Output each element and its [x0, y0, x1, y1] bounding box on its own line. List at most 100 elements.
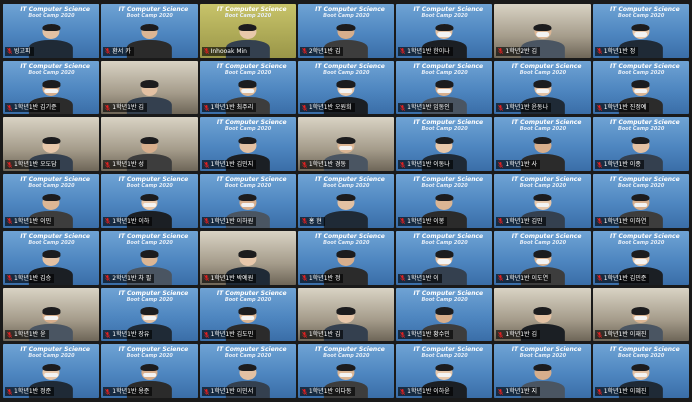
participant-tile[interactable]: 1학년1반 성	[101, 117, 198, 172]
muted-mic-icon	[7, 48, 12, 55]
banner-subtitle: Boot Camp 2020	[28, 353, 75, 360]
banner-subtitle: Boot Camp 2020	[28, 69, 75, 76]
participant-tile[interactable]: 1학년2반 김	[494, 4, 591, 58]
event-banner-text: IT Computer Science Boot Camp 2020	[512, 347, 582, 360]
participant-name: 1학년1반 윤동나	[505, 104, 549, 112]
participant-tile[interactable]: IT Computer Science Boot Camp 2020 1학년1반 이…	[592, 174, 689, 228]
participant-tile[interactable]: IT Computer Science Boot Camp 2020 2학년1반 김	[297, 4, 395, 58]
event-banner-text: IT Computer Science Boot Camp 2020	[413, 290, 483, 303]
banner-subtitle: Boot Camp 2020	[618, 126, 665, 133]
participant-tile[interactable]: 1학년1반 김	[101, 60, 198, 115]
participant-tile[interactable]: IT Computer Science Boot Camp 2020 1학년1반 이…	[396, 117, 493, 172]
participant-tile[interactable]: IT Computer Science Boot Camp 2020 1학년1반 정…	[3, 344, 100, 398]
participant-tile[interactable]: 1학년1반 김	[494, 287, 591, 342]
participant-tile[interactable]: IT Computer Science Boot Camp 2020 1학년1반 지	[494, 344, 591, 398]
participant-tile[interactable]: 1학년1반 경동	[297, 117, 395, 172]
participant-tile[interactable]: IT Computer Science Boot Camp 2020 1학년1반 이…	[3, 174, 100, 228]
participant-tile[interactable]: IT Computer Science Boot Camp 2020 Inhooak…	[199, 4, 296, 58]
participant-tile[interactable]: IT Computer Science Boot Camp 2020 1학년1반 정	[592, 4, 689, 58]
participant-tile[interactable]: IT Computer Science Boot Camp 2020 1학년1반 이…	[494, 230, 591, 285]
banner-title: IT Computer Science	[413, 119, 484, 127]
participant-tile[interactable]: IT Computer Science Boot Camp 2020 1학년1반 이…	[592, 344, 689, 398]
participant-tile[interactable]: IT Computer Science Boot Camp 2020 1학년1반 최…	[199, 60, 296, 115]
participant-tile[interactable]: IT Computer Science Boot Camp 2020 1학년1반 김…	[494, 174, 591, 228]
event-banner-text: IT Computer Science Boot Camp 2020	[216, 62, 287, 76]
participant-name-tag: 1학년1반 장유	[103, 330, 153, 340]
participant-name: 1학년1반 이재진	[603, 331, 647, 339]
banner-subtitle: Boot Camp 2020	[224, 69, 272, 76]
banner-title: IT Computer Science	[20, 232, 90, 240]
participant-tile[interactable]: IT Computer Science Boot Camp 2020 1학년1반 이…	[396, 174, 493, 228]
participant-name: 1학년1반 지	[505, 388, 538, 395]
participant-tile[interactable]: IT Computer Science Boot Camp 2020 1학년1반 정	[297, 230, 395, 285]
participant-tile[interactable]: IT Computer Science Boot Camp 2020 1학년1반 김…	[3, 60, 100, 115]
participant-tile[interactable]: IT Computer Science Boot Camp 2020 빙고피	[3, 4, 100, 58]
participant-name: 1학년1반 이혜진	[603, 388, 647, 395]
participant-tile[interactable]: IT Computer Science Boot Camp 2020 1학년1반 오…	[297, 60, 395, 115]
participant-tile[interactable]: 1학년1반 김	[297, 287, 395, 342]
participant-tile[interactable]: IT Computer Science Boot Camp 2020 1학년1반 김…	[3, 230, 100, 285]
participant-name: 1학년1반 이하윤	[407, 388, 450, 395]
participant-tile[interactable]: IT Computer Science Boot Camp 2020 1학년1반 김…	[592, 230, 689, 285]
banner-title: IT Computer Science	[118, 176, 189, 184]
banner-title: IT Computer Science	[315, 176, 385, 184]
participant-tile[interactable]: IT Computer Science Boot Camp 2020 1학년1반 김…	[199, 287, 296, 342]
participant-name-tag: 1학년1반 김기준	[5, 103, 60, 113]
participant-tile[interactable]: 1학년1반 박예원	[199, 230, 296, 285]
participant-tile[interactable]: IT Computer Science Boot Camp 2020 1학년1반 이	[396, 230, 493, 285]
participant-tile[interactable]: IT Computer Science Boot Camp 2020 1학년1반 황…	[396, 287, 493, 342]
participant-name-tag: 1학년1반 이동나	[398, 160, 453, 170]
participant-tile[interactable]: IT Computer Science Boot Camp 2020 1학년1반 윤…	[494, 60, 591, 115]
participant-tile[interactable]: IT Computer Science Boot Camp 2020 1학년1반 진…	[592, 60, 689, 115]
participant-name-tag: 1학년1반 윤	[5, 330, 49, 340]
participant-tile[interactable]: IT Computer Science Boot Camp 2020 1학년1반 이…	[101, 174, 198, 228]
banner-subtitle: Boot Camp 2020	[323, 13, 370, 19]
participant-name-tag: 1학년1반 이종	[594, 160, 644, 170]
banner-title: IT Computer Science	[216, 62, 287, 70]
participant-tile[interactable]: IT Computer Science Boot Camp 2020 1학년1반 이…	[592, 117, 689, 172]
muted-mic-icon	[400, 275, 406, 282]
participant-tile[interactable]: 1학년1반 이재진	[592, 287, 689, 342]
muted-mic-icon	[301, 275, 307, 282]
participant-name: 1학년1반 이다동	[308, 388, 352, 395]
participant-tile[interactable]: IT Computer Science Boot Camp 2020 1학년1반 한…	[396, 4, 493, 58]
muted-mic-icon	[400, 388, 406, 395]
participant-tile[interactable]: IT Computer Science Boot Camp 2020 환서 카	[101, 4, 198, 58]
participant-tile[interactable]: IT Computer Science Boot Camp 2020 1학년1반 김…	[199, 117, 296, 172]
banner-subtitle: Boot Camp 2020	[28, 239, 75, 246]
participant-name: 1학년1반 경동	[308, 161, 346, 169]
participant-tile[interactable]: IT Computer Science Boot Camp 2020 1학년1반 이…	[297, 344, 395, 398]
muted-mic-icon	[7, 275, 12, 282]
banner-title: IT Computer Science	[610, 62, 680, 70]
participant-name-tag: 1학년1반 김	[103, 103, 147, 113]
banner-subtitle: Boot Camp 2020	[618, 353, 665, 360]
participant-name-tag: 1학년1반 이민	[5, 216, 55, 226]
muted-mic-icon	[7, 104, 12, 111]
participant-tile[interactable]: IT Computer Science Boot Camp 2020 1학년1반 사	[494, 117, 591, 172]
banner-title: IT Computer Science	[315, 62, 385, 70]
participant-tile[interactable]: 1학년1반 오도담	[3, 117, 100, 172]
participant-tile[interactable]: IT Computer Science Boot Camp 2020 홍 현	[297, 174, 395, 228]
participant-tile[interactable]: IT Computer Science Boot Camp 2020 1학년1반 용…	[101, 344, 198, 398]
participant-name-tag: Inhooak Min	[201, 46, 250, 56]
participant-tile[interactable]: IT Computer Science Boot Camp 2020 1학년1반 이…	[199, 174, 296, 228]
banner-subtitle: Boot Camp 2020	[28, 13, 75, 19]
participant-tile[interactable]: 1학년1반 윤	[3, 287, 100, 342]
participant-name-tag: 1학년1반 오원희	[299, 103, 355, 113]
participant-tile[interactable]: IT Computer Science Boot Camp 2020 2학년1반 차…	[101, 230, 198, 285]
banner-title: IT Computer Science	[610, 119, 680, 127]
banner-title: IT Computer Science	[20, 176, 90, 184]
participant-name-tag: 홍 현	[299, 216, 325, 226]
banner-subtitle: Boot Camp 2020	[618, 69, 665, 76]
muted-mic-icon	[498, 104, 504, 111]
participant-tile[interactable]: IT Computer Science Boot Camp 2020 1학년1반 이…	[396, 344, 493, 398]
participant-tile[interactable]: IT Computer Science Boot Camp 2020 1학년1반 장…	[101, 287, 198, 342]
muted-mic-icon	[203, 218, 209, 225]
participant-tile[interactable]: IT Computer Science Boot Camp 2020 1학년1반 이…	[199, 344, 296, 398]
event-banner-text: IT Computer Science Boot Camp 2020	[119, 7, 189, 20]
event-banner-text: IT Computer Science Boot Camp 2020	[610, 177, 680, 190]
participant-name-tag: 1학년1반 한이나	[398, 46, 453, 56]
participant-name-tag: 1학년1반 최주리	[201, 103, 257, 113]
banner-title: IT Computer Science	[413, 6, 484, 13]
participant-tile[interactable]: IT Computer Science Boot Camp 2020 1학년1반 임…	[396, 60, 493, 115]
